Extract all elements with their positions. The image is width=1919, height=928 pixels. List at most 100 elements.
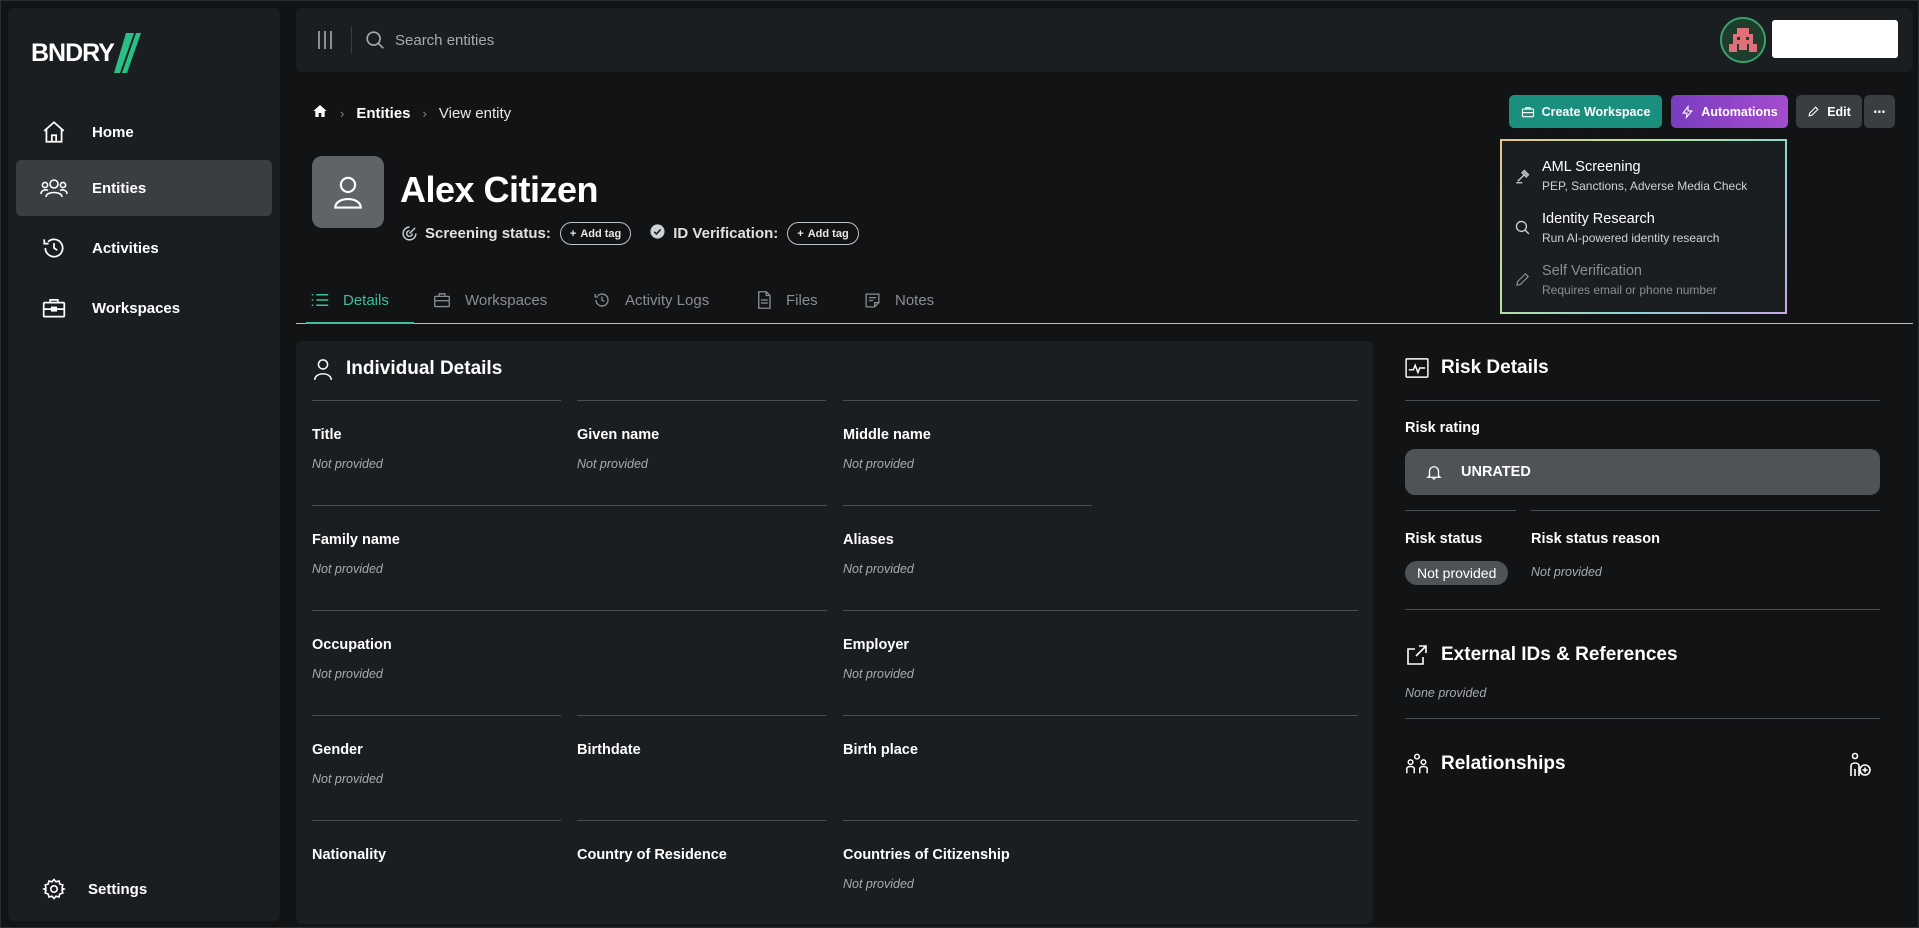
screening-status-label: Screening status: — [425, 225, 551, 242]
menu-item-aml-screening[interactable]: AML Screening PEP, Sanctions, Adverse Me… — [1502, 151, 1785, 201]
breadcrumb: › Entities › View entity — [312, 103, 511, 123]
tab-files[interactable]: Files — [756, 277, 818, 323]
add-tag-label: Add tag — [807, 227, 849, 240]
menu-item-identity-research[interactable]: Identity Research Run AI-powered identit… — [1502, 203, 1785, 253]
field-label: Middle name — [843, 427, 931, 443]
individual-details-panel — [296, 341, 1373, 924]
panel-title: Individual Details — [346, 358, 503, 379]
logo-slash-icon — [113, 33, 141, 73]
create-workspace-button[interactable]: Create Workspace — [1509, 95, 1662, 128]
sidebar-item-settings[interactable]: Settings — [16, 861, 272, 917]
field-value: Not provided — [843, 562, 914, 576]
app-logo[interactable]: BNDRY — [31, 28, 142, 78]
history-icon — [40, 234, 68, 262]
field-label: Country of Residence — [577, 847, 727, 863]
person-icon — [334, 176, 362, 209]
tab-label: Files — [786, 291, 818, 309]
briefcase-icon — [1521, 106, 1534, 117]
field-label: Family name — [312, 532, 400, 548]
field-value: Not provided — [312, 772, 383, 786]
sidebar-item-activities[interactable]: Activities — [16, 220, 272, 276]
plus-icon: + — [797, 227, 804, 240]
more-options-button[interactable]: ⋯ — [1864, 95, 1895, 128]
avatar-image-icon — [1723, 20, 1763, 60]
radar-icon — [402, 226, 417, 241]
bolt-icon — [1682, 104, 1694, 119]
risk-rating-value: UNRATED — [1461, 464, 1531, 480]
individual-details-header: Individual Details — [312, 357, 502, 381]
list-icon — [311, 294, 329, 306]
tab-label: Details — [343, 291, 389, 309]
tab-workspaces[interactable]: Workspaces — [433, 277, 547, 323]
field-label: Employer — [843, 637, 910, 653]
plus-icon: + — [569, 227, 577, 240]
add-tag-label: Add tag — [580, 227, 622, 240]
people-icon — [1406, 753, 1428, 774]
divider — [1405, 400, 1880, 401]
field-label: Given name — [577, 427, 660, 443]
search-input[interactable] — [395, 25, 795, 55]
field-value: Not provided — [843, 667, 914, 681]
divider — [1531, 510, 1880, 511]
external-link-icon — [1407, 645, 1427, 665]
sidebar-toggle-icon[interactable] — [316, 30, 334, 55]
home-icon — [40, 118, 68, 146]
field-value: Not provided — [577, 457, 648, 471]
tab-details[interactable]: Details — [306, 277, 414, 324]
tab-activity-logs[interactable]: Activity Logs — [593, 277, 709, 323]
add-relationship-icon[interactable] — [1847, 752, 1871, 783]
edit-button[interactable]: Edit — [1796, 95, 1862, 128]
sidebar-item-label: Workspaces — [92, 299, 181, 317]
field-label: Title — [312, 427, 342, 443]
id-verification-label: ID Verification: — [673, 225, 779, 242]
risk-status-chip[interactable]: Not provided — [1405, 561, 1509, 585]
ellipsis-icon: ⋯ — [1873, 105, 1886, 119]
field-value: Not provided — [312, 562, 383, 576]
divider — [1405, 609, 1880, 610]
risk-status-reason-label: Risk status reason — [1531, 531, 1660, 547]
note-icon — [865, 292, 880, 308]
topbar-divider — [351, 27, 352, 53]
external-ids-value: None provided — [1405, 686, 1487, 700]
breadcrumb-entities[interactable]: Entities — [356, 105, 410, 122]
search-icon — [1514, 219, 1531, 241]
sidebar-item-label: Activities — [92, 239, 159, 257]
sidebar-item-label: Home — [92, 123, 134, 141]
field-value: Not provided — [843, 457, 914, 471]
risk-rating-label: Risk rating — [1405, 420, 1480, 436]
topbar — [296, 8, 1913, 72]
verified-badge-icon — [649, 223, 666, 244]
add-screening-tag-button[interactable]: + Add tag — [559, 222, 632, 245]
field-label: Birth place — [843, 742, 918, 758]
menu-item-title: Identity Research — [1542, 211, 1655, 227]
field-value: Not provided — [312, 667, 383, 681]
search-icon — [364, 29, 386, 56]
relationships-header: Relationships — [1405, 752, 1566, 776]
sidebar: BNDRY Home Entities Activities Workspace… — [8, 8, 280, 921]
field-label: Aliases — [843, 532, 894, 548]
tab-label: Workspaces — [465, 291, 548, 309]
automations-button[interactable]: Automations — [1671, 95, 1788, 128]
risk-rating-pill[interactable]: UNRATED — [1405, 449, 1880, 495]
history-icon — [594, 293, 609, 307]
gavel-icon — [1514, 167, 1532, 190]
panel-title: Relationships — [1441, 753, 1566, 774]
sidebar-item-label: Settings — [88, 880, 148, 898]
risk-status-label: Risk status — [1405, 531, 1483, 547]
sidebar-item-home[interactable]: Home — [16, 104, 272, 160]
sidebar-item-entities[interactable]: Entities — [16, 160, 272, 216]
sidebar-item-label: Entities — [92, 179, 147, 197]
user-name-box[interactable] — [1772, 20, 1898, 58]
menu-item-title: AML Screening — [1542, 159, 1641, 175]
logo-text: BNDRY — [31, 38, 115, 67]
home-breadcrumb-icon[interactable] — [312, 103, 328, 123]
sidebar-item-workspaces[interactable]: Workspaces — [16, 280, 272, 336]
person-icon — [314, 359, 332, 381]
tab-notes[interactable]: Notes — [864, 277, 934, 323]
briefcase-icon — [40, 294, 68, 322]
user-avatar[interactable] — [1720, 17, 1766, 63]
automations-label: Automations — [1701, 104, 1778, 119]
add-id-tag-button[interactable]: + Add tag — [787, 222, 859, 245]
edit-label: Edit — [1827, 104, 1851, 119]
chevron-right-icon: › — [422, 105, 427, 121]
